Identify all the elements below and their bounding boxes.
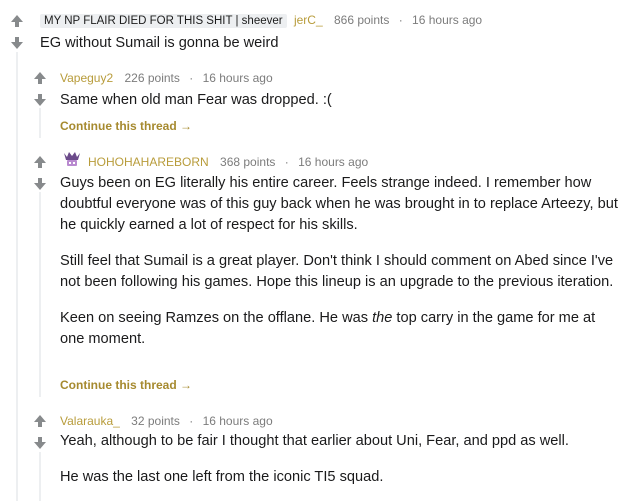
comment-author[interactable]: HOHOHAHAREBORN: [88, 155, 209, 169]
comment-paragraph: Still feel that Sumail is a great player…: [60, 253, 614, 290]
upvote-icon[interactable]: [33, 71, 47, 85]
arrow-right-icon: →: [180, 119, 193, 133]
comment-meta: MY NP FLAIR DIED FOR THIS SHIT | sheever…: [40, 13, 482, 28]
downvote-icon[interactable]: [33, 177, 47, 191]
upvote-icon[interactable]: [33, 155, 47, 169]
comment-paragraph: Same when old man Fear was dropped. :(: [60, 92, 332, 108]
comment-author[interactable]: Valarauka_: [60, 414, 120, 428]
thread-line-reply-3[interactable]: [39, 452, 41, 501]
comment-meta: HOHOHAHAREBORN 368 points · 16 hours ago: [88, 155, 368, 169]
upvote-icon[interactable]: [10, 14, 24, 28]
comment-body: Same when old man Fear was dropped. :(: [60, 90, 610, 111]
comment-paragraph: He was the last one left from the iconic…: [60, 469, 384, 485]
comment-points: 32 points: [131, 414, 180, 428]
comment-timestamp[interactable]: 16 hours ago: [203, 414, 273, 428]
thread-line-reply-2[interactable]: [39, 192, 41, 397]
meta-separator: ·: [398, 13, 403, 27]
comment-timestamp[interactable]: 16 hours ago: [298, 155, 368, 169]
comment-body: Guys been on EG literally his entire car…: [60, 173, 620, 350]
comment-timestamp[interactable]: 16 hours ago: [203, 71, 273, 85]
comment-meta: Valarauka_ 32 points · 16 hours ago: [60, 414, 273, 428]
upvote-icon[interactable]: [33, 414, 47, 428]
continue-thread-label: Continue this thread: [60, 119, 177, 133]
comment-meta: Vapeguy2 226 points · 16 hours ago: [60, 71, 273, 85]
downvote-icon[interactable]: [33, 93, 47, 107]
continue-thread-link[interactable]: Continue this thread →: [60, 378, 192, 392]
continue-thread-link[interactable]: Continue this thread →: [60, 119, 192, 133]
comment-paragraph: Yeah, although to be fair I thought that…: [60, 433, 569, 449]
comment-points: 866 points: [333, 13, 390, 27]
comment-timestamp[interactable]: 16 hours ago: [412, 13, 482, 27]
downvote-icon[interactable]: [33, 436, 47, 450]
comment-points: 368 points: [220, 155, 276, 169]
comment-author[interactable]: jerC_: [294, 13, 323, 27]
thread-line-root[interactable]: [16, 52, 18, 501]
meta-separator: ·: [189, 414, 194, 428]
comment-points: 226 points: [124, 71, 180, 85]
comment-paragraph: EG without Sumail is gonna be weird: [40, 35, 279, 51]
comment-author[interactable]: Vapeguy2: [60, 71, 113, 85]
avatar-icon[interactable]: [62, 151, 82, 169]
user-flair: MY NP FLAIR DIED FOR THIS SHIT | sheever: [40, 14, 287, 28]
arrow-right-icon: →: [180, 378, 193, 392]
comment-paragraph: Keen on seeing Ramzes on the offlane. He…: [60, 310, 596, 347]
continue-thread-label: Continue this thread: [60, 378, 177, 392]
comment-paragraph: Guys been on EG literally his entire car…: [60, 175, 618, 233]
thread-line-reply-1[interactable]: [39, 108, 41, 138]
comment-body: Yeah, although to be fair I thought that…: [60, 431, 620, 488]
meta-separator: ·: [284, 155, 289, 169]
comment-body: EG without Sumail is gonna be weird: [40, 33, 600, 54]
meta-separator: ·: [189, 71, 194, 85]
downvote-icon[interactable]: [10, 36, 24, 50]
